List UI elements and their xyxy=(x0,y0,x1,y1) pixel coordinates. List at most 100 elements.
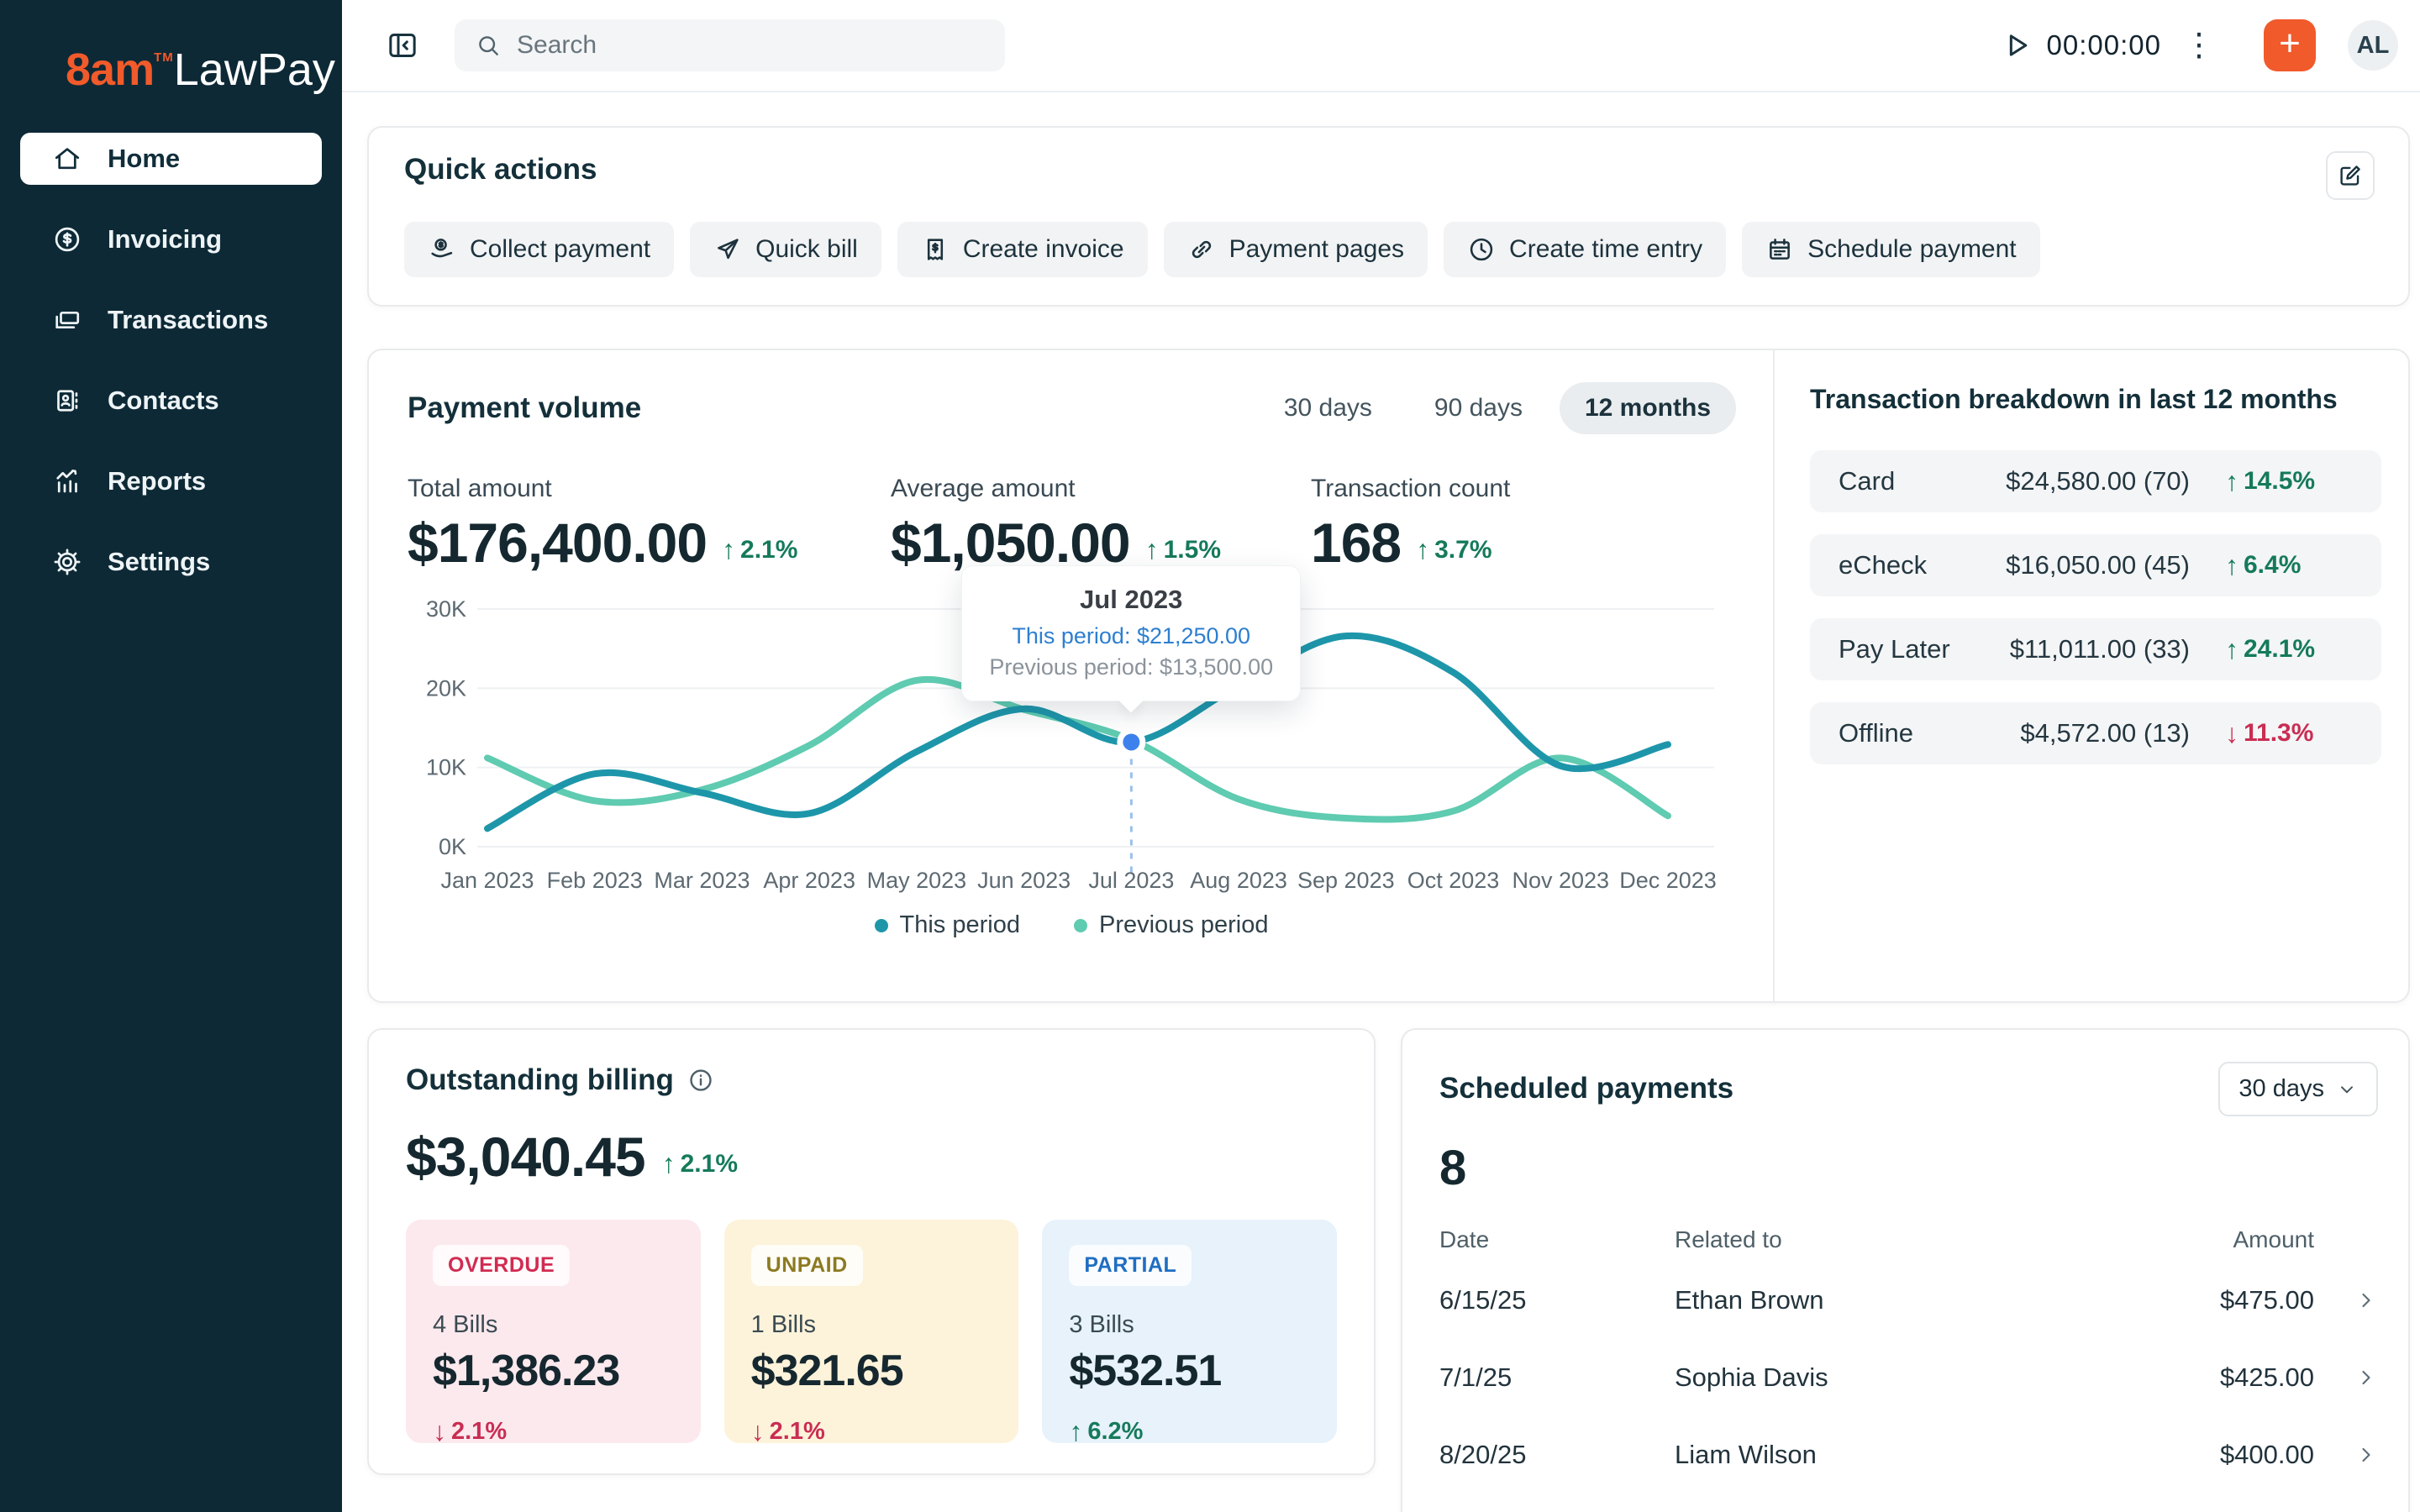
table-row[interactable]: 6/15/25 Ethan Brown $475.00 xyxy=(1439,1262,2378,1339)
method-amount: $24,580.00 (70) xyxy=(1895,466,2190,496)
create-time-entry-button[interactable]: Create time entry xyxy=(1444,222,1726,277)
sidebar-item-label: Contacts xyxy=(108,386,219,416)
trend-up-icon xyxy=(722,534,735,565)
cell-amount: $475.00 xyxy=(2129,1285,2314,1315)
button-label: Create invoice xyxy=(963,235,1124,264)
main-area: 00:00:00 ⋮ + AL Quick actions Collect pa… xyxy=(342,0,2420,1512)
stat-delta: 3.7% xyxy=(1416,534,1491,570)
dollar-circle-icon xyxy=(52,224,82,255)
invoice-icon xyxy=(921,235,950,264)
sidebar-item-reports[interactable]: Reports xyxy=(20,455,322,507)
status-badge: OVERDUE xyxy=(433,1245,570,1286)
stat-delta: 2.1% xyxy=(722,534,797,570)
chart-legend: This period Previous period xyxy=(408,911,1735,939)
svg-text:Jan 2023: Jan 2023 xyxy=(440,868,534,893)
trend-up-icon xyxy=(2225,550,2238,581)
svg-text:Sep 2023: Sep 2023 xyxy=(1297,868,1395,893)
tile-partial[interactable]: PARTIAL 3 Bills $532.51 6.2% xyxy=(1042,1220,1337,1443)
tile-overdue[interactable]: OVERDUE 4 Bills $1,386.23 2.1% xyxy=(406,1220,701,1443)
svg-text:Oct 2023: Oct 2023 xyxy=(1407,868,1500,893)
breakdown-row-offline[interactable]: Offline $4,572.00 (13) 11.3% xyxy=(1810,702,2381,764)
outstanding-total: $3,040.45 xyxy=(406,1129,645,1184)
tile-unpaid[interactable]: UNPAID 1 Bills $321.65 2.1% xyxy=(724,1220,1019,1443)
sidebar-item-settings[interactable]: Settings xyxy=(20,536,322,588)
stat-label: Total amount xyxy=(408,475,891,503)
cell-related-to: Ethan Brown xyxy=(1675,1285,2129,1315)
chevron-right-icon[interactable] xyxy=(2354,1443,2378,1467)
svg-text:20K: 20K xyxy=(426,675,466,701)
sidebar-item-invoicing[interactable]: Invoicing xyxy=(20,213,322,265)
cell-date: 8/20/25 xyxy=(1439,1440,1675,1470)
payment-volume-stats: Total amount $176,400.00 2.1% Average am… xyxy=(408,475,1736,570)
cell-amount: $400.00 xyxy=(2129,1440,2314,1470)
tile-amount: $532.51 xyxy=(1069,1346,1310,1396)
stat-transaction-count: Transaction count 168 3.7% xyxy=(1311,475,1510,570)
svg-text:Nov 2023: Nov 2023 xyxy=(1512,868,1609,893)
brand-8am: 8am xyxy=(66,45,154,95)
schedule-payment-button[interactable]: Schedule payment xyxy=(1742,222,2040,277)
sidebar-collapse-button[interactable] xyxy=(381,24,424,67)
method-delta: 11.3% xyxy=(2225,718,2360,749)
breakdown-row-echeck[interactable]: eCheck $16,050.00 (45) 6.4% xyxy=(1810,534,2381,596)
status-badge: PARTIAL xyxy=(1069,1245,1192,1286)
button-label: Collect payment xyxy=(470,235,650,264)
chevron-right-icon[interactable] xyxy=(2354,1366,2378,1389)
home-icon xyxy=(52,144,82,174)
cell-related-to: Liam Wilson xyxy=(1675,1440,2129,1470)
tab-90-days[interactable]: 90 days xyxy=(1409,382,1548,434)
transaction-breakdown-section: Transaction breakdown in last 12 months … xyxy=(1773,350,2408,1001)
breakdown-row-card[interactable]: Card $24,580.00 (70) 14.5% xyxy=(1810,450,2381,512)
method-label: Offline xyxy=(1839,718,1913,748)
tab-12-months[interactable]: 12 months xyxy=(1560,382,1736,434)
scheduled-count: 8 xyxy=(1439,1140,2378,1196)
method-delta: 14.5% xyxy=(2225,466,2360,497)
column-date: Date xyxy=(1439,1226,1675,1253)
svg-text:10K: 10K xyxy=(426,755,466,780)
edit-quick-actions-button[interactable] xyxy=(2326,151,2375,200)
tile-delta: 2.1% xyxy=(751,1416,992,1447)
tile-amount: $1,386.23 xyxy=(433,1346,674,1396)
gear-icon xyxy=(52,547,82,577)
range-dropdown[interactable]: 30 days xyxy=(2218,1062,2378,1116)
column-related-to: Related to xyxy=(1675,1226,2129,1253)
search-input[interactable] xyxy=(517,31,985,60)
table-row[interactable]: 8/20/25 Liam Wilson $400.00 xyxy=(1439,1416,2378,1494)
sidebar-item-contacts[interactable]: Contacts xyxy=(20,375,322,427)
brand-tm: TM xyxy=(154,50,174,65)
add-button[interactable]: + xyxy=(2264,19,2316,71)
create-invoice-button[interactable]: Create invoice xyxy=(897,222,1148,277)
contact-card-icon xyxy=(52,386,82,416)
tooltip-this-period: This period: $21,250.00 xyxy=(989,623,1273,649)
topbar: 00:00:00 ⋮ + AL xyxy=(342,0,2420,92)
chevron-right-icon[interactable] xyxy=(2354,1289,2378,1312)
kebab-menu-icon[interactable]: ⋮ xyxy=(2183,29,2215,61)
stat-value: $176,400.00 xyxy=(408,515,707,570)
timer-display: 00:00:00 xyxy=(2047,29,2161,61)
svg-text:Mar 2023: Mar 2023 xyxy=(654,868,750,893)
button-label: Schedule payment xyxy=(1807,235,2017,264)
info-icon[interactable] xyxy=(687,1067,714,1094)
quick-bill-button[interactable]: Quick bill xyxy=(690,222,881,277)
svg-text:30K: 30K xyxy=(426,596,466,622)
collect-payment-button[interactable]: Collect payment xyxy=(404,222,674,277)
sidebar-nav: Home Invoicing Transactions Contacts Rep… xyxy=(0,133,342,617)
column-amount: Amount xyxy=(2129,1226,2314,1253)
bar-chart-icon xyxy=(52,466,82,496)
breakdown-row-pay-later[interactable]: Pay Later $11,011.00 (33) 24.1% xyxy=(1810,618,2381,680)
svg-text:Jun 2023: Jun 2023 xyxy=(977,868,1071,893)
app-root: 8amTMLawPay Home Invoicing Transactions … xyxy=(0,0,2420,1512)
tooltip-previous-period: Previous period: $13,500.00 xyxy=(989,654,1273,680)
panel-collapse-icon xyxy=(386,29,419,62)
sidebar-item-transactions[interactable]: Transactions xyxy=(20,294,322,346)
table-row[interactable]: 7/1/25 Sophia Davis $425.00 xyxy=(1439,1339,2378,1416)
svg-text:Aug 2023: Aug 2023 xyxy=(1190,868,1287,893)
tab-30-days[interactable]: 30 days xyxy=(1259,382,1397,434)
table-row[interactable]: 9/10/25 Olivia Martin $430.00 xyxy=(1439,1494,2378,1512)
billing-tiles: OVERDUE 4 Bills $1,386.23 2.1% UNPAID 1 … xyxy=(406,1220,1337,1443)
payment-pages-button[interactable]: Payment pages xyxy=(1164,222,1428,277)
avatar[interactable]: AL xyxy=(2348,20,2398,71)
payment-volume-chart[interactable]: 30K20K10K0KJan 2023Feb 2023Mar 2023Apr 2… xyxy=(408,592,1735,903)
range-value: 30 days xyxy=(2238,1075,2324,1103)
play-icon[interactable] xyxy=(2000,29,2033,62)
sidebar-item-home[interactable]: Home xyxy=(20,133,322,185)
